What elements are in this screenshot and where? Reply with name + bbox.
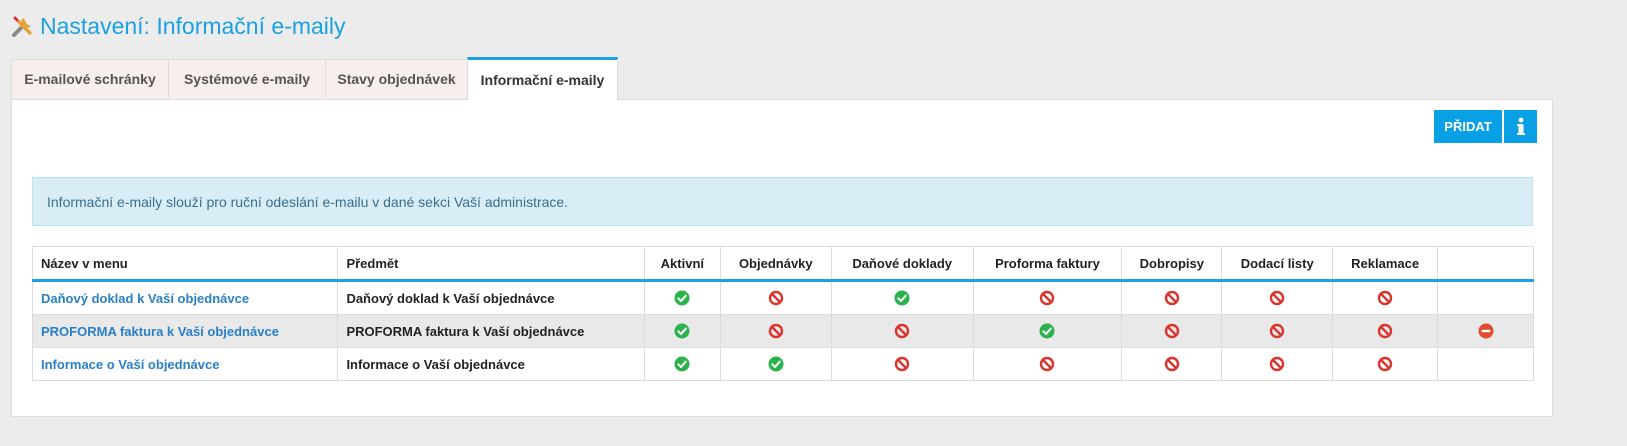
cell-name: PROFORMA faktura k Vaší objednávce [31,314,339,348]
check-circle-icon [674,290,690,306]
cell-active[interactable] [643,314,721,348]
ban-icon [1040,291,1055,306]
column-header-orders: Objednávky [719,246,832,282]
info-alert: Informační e-maily slouží pro ruční odes… [32,177,1533,226]
email-name-link[interactable]: Daňový doklad k Vaší objednávce [41,291,249,306]
content-panel: PŘIDAT Informační e-maily slouží pro ruč… [11,99,1553,417]
cell-delivery-notes[interactable] [1221,314,1334,348]
add-button[interactable]: PŘIDAT [1434,110,1502,143]
email-name-link[interactable]: PROFORMA faktura k Vaší objednávce [41,324,279,339]
column-header-actions [1437,246,1534,282]
remove-icon[interactable] [1478,323,1494,339]
cell-proforma[interactable] [972,314,1123,348]
cell-tax-documents[interactable] [830,314,974,348]
cell-orders[interactable] [719,314,832,348]
cell-orders[interactable] [719,347,832,381]
column-header-active: Aktivní [643,246,721,282]
info-button[interactable] [1504,110,1537,143]
cell-delivery-notes[interactable] [1221,347,1334,381]
email-subject: Informace o Vaší objednávce [346,356,525,372]
check-circle-icon [894,290,910,306]
cell-subject: Informace o Vaší objednávce [337,347,645,381]
check-circle-icon [1039,323,1055,339]
cell-credit-notes[interactable] [1121,280,1223,315]
column-header-proforma: Proforma faktury [972,246,1123,282]
ban-icon [1270,357,1285,372]
table-row: Informace o Vaší objednávce Informace o V… [31,347,1534,381]
column-header-tax-documents: Daňové doklady [830,246,974,282]
ban-icon [1377,291,1393,306]
tab-email-boxes[interactable]: E-mailové schránky [11,59,169,98]
check-circle-icon [674,323,690,339]
email-name-link[interactable]: Informace o Vaší objednávce [41,357,219,372]
cell-proforma[interactable] [972,280,1123,315]
ban-icon [1270,324,1285,339]
page-header: Nastavení: Informační e-maily [10,8,346,44]
column-header-name: Název v menu [31,246,339,282]
cell-complaints[interactable] [1332,280,1439,315]
cell-tax-documents[interactable] [830,347,974,381]
cell-orders[interactable] [719,280,832,315]
cell-subject: PROFORMA faktura k Vaší objednávce [337,314,645,348]
tab-info-emails[interactable]: Informační e-maily [467,57,618,100]
email-subject: Daňový doklad k Vaší objednávce [346,290,555,306]
cell-actions [1437,347,1534,381]
ban-icon [1164,291,1180,306]
cell-active[interactable] [643,280,721,315]
ban-icon [768,324,783,339]
table-row: PROFORMA faktura k Vaší objednávce PROFOR… [31,314,1534,348]
cell-proforma[interactable] [972,347,1123,381]
tab-bar: E-mailové schránky Systémové e-maily Sta… [11,57,618,100]
info-icon [1516,117,1525,135]
ban-icon [1377,324,1393,339]
tools-icon [10,13,36,39]
column-header-delivery-notes: Dodací listy [1221,246,1334,282]
cell-tax-documents[interactable] [830,280,974,315]
tab-order-states[interactable]: Stavy objednávek [325,59,468,98]
ban-icon [1377,357,1393,372]
cell-name: Informace o Vaší objednávce [31,347,339,381]
ban-icon [1040,357,1055,372]
ban-icon [1164,324,1180,339]
cell-actions [1437,280,1534,315]
cell-subject: Daňový doklad k Vaší objednávce [337,280,645,315]
cell-actions [1437,314,1534,348]
cell-name: Daňový doklad k Vaší objednávce [31,280,339,315]
ban-icon [768,291,783,306]
column-header-credit-notes: Dobropisy [1121,246,1223,282]
check-circle-icon [674,356,690,372]
cell-complaints[interactable] [1332,347,1439,381]
ban-icon [894,357,910,372]
column-header-complaints: Reklamace [1332,246,1439,282]
table-header-row: Název v menu Předmět Aktivní Objednávky … [31,246,1534,282]
info-emails-table: Název v menu Předmět Aktivní Objednávky … [31,246,1534,381]
cell-active[interactable] [643,347,721,381]
cell-credit-notes[interactable] [1121,314,1223,348]
ban-icon [1164,357,1180,372]
ban-icon [1270,291,1285,306]
page-title: Nastavení: Informační e-maily [40,12,346,39]
table-row: Daňový doklad k Vaší objednávce Daňový do… [31,280,1534,315]
cell-delivery-notes[interactable] [1221,280,1334,315]
ban-icon [894,324,910,339]
tab-system-emails[interactable]: Systémové e-maily [168,59,326,98]
check-circle-icon [768,356,784,372]
email-subject: PROFORMA faktura k Vaší objednávce [346,323,585,339]
cell-complaints[interactable] [1332,314,1439,348]
column-header-subject: Předmět [337,246,645,282]
cell-credit-notes[interactable] [1121,347,1223,381]
